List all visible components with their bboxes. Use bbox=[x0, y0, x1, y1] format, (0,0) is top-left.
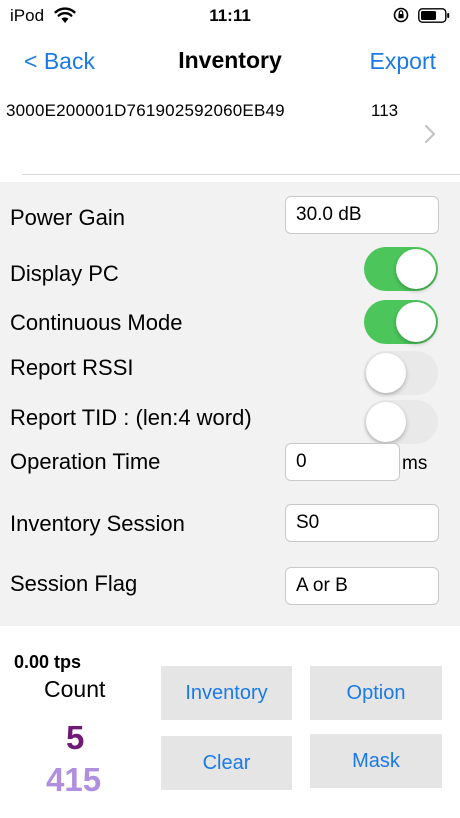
unique-tag-count: 5 bbox=[66, 719, 85, 756]
inventory-session-label: Inventory Session bbox=[10, 511, 185, 536]
power-gain-label: Power Gain bbox=[10, 205, 125, 230]
report-tid-toggle[interactable] bbox=[364, 400, 438, 444]
count-label: Count bbox=[44, 676, 106, 702]
mask-button[interactable]: Mask bbox=[310, 734, 442, 788]
toggle-knob bbox=[396, 302, 436, 342]
tag-read-count: 113 bbox=[371, 101, 399, 120]
status-bar: iPod 11:11 bbox=[0, 0, 460, 32]
row-separator bbox=[22, 174, 460, 175]
continuous-mode-toggle[interactable] bbox=[364, 300, 438, 344]
inventory-button[interactable]: Inventory bbox=[161, 666, 292, 720]
settings-panel: Power Gain 30.0 dB Display PC Continuous… bbox=[0, 182, 460, 626]
orientation-lock-icon bbox=[393, 7, 409, 23]
display-pc-toggle[interactable] bbox=[364, 247, 438, 291]
export-button[interactable]: Export bbox=[370, 48, 436, 75]
operation-time-field[interactable]: 0 bbox=[285, 443, 400, 481]
continuous-mode-label: Continuous Mode bbox=[10, 310, 183, 335]
tag-epc: 3000E200001D761902592060EB49 bbox=[6, 101, 285, 120]
navigation-bar: < Back Inventory Export bbox=[0, 32, 460, 90]
report-rssi-toggle[interactable] bbox=[364, 351, 438, 395]
total-read-count: 415 bbox=[46, 761, 102, 798]
report-tid-label: Report TID : (len:4 word) bbox=[10, 405, 252, 430]
chevron-right-icon bbox=[424, 124, 436, 144]
inventory-controls: 0.00 tps Count 5 415 Inventory Option Cl… bbox=[0, 626, 460, 818]
inventory-session-field[interactable]: S0 bbox=[285, 504, 439, 542]
display-pc-label: Display PC bbox=[10, 261, 119, 286]
toggle-knob bbox=[366, 402, 406, 442]
session-flag-field[interactable]: A or B bbox=[285, 567, 439, 605]
battery-icon bbox=[418, 8, 450, 23]
session-flag-label: Session Flag bbox=[10, 571, 138, 596]
tps-readout: 0.00 tps bbox=[14, 652, 82, 672]
operation-time-unit: ms bbox=[402, 453, 428, 474]
clock: 11:11 bbox=[209, 6, 251, 25]
toggle-knob bbox=[396, 249, 436, 289]
tag-list: 3000E200001D761902592060EB49 113 bbox=[0, 90, 460, 176]
option-button[interactable]: Option bbox=[310, 666, 442, 720]
operation-time-label: Operation Time bbox=[10, 449, 161, 474]
clear-button[interactable]: Clear bbox=[161, 736, 292, 790]
tag-row[interactable]: 3000E200001D761902592060EB49 113 bbox=[0, 90, 460, 176]
toggle-knob bbox=[366, 353, 406, 393]
report-rssi-label: Report RSSI bbox=[10, 355, 134, 380]
power-gain-field[interactable]: 30.0 dB bbox=[285, 196, 439, 234]
